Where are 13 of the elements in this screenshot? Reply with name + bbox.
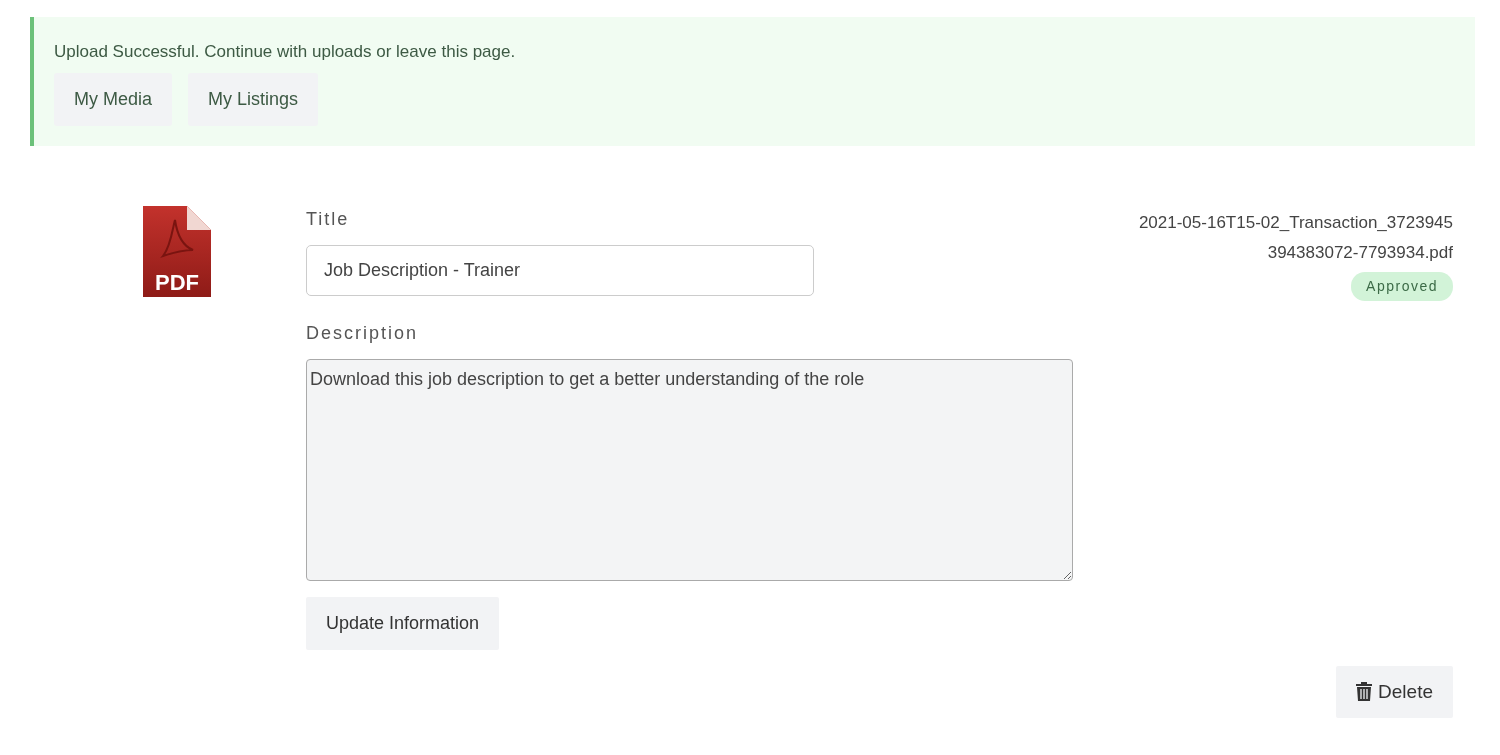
title-label: Title: [306, 207, 351, 231]
update-information-button[interactable]: Update Information: [306, 596, 500, 650]
file-name: 2021-05-16T15-02_Transaction_3723945394383072-7793934.pdf: [1137, 211, 1453, 264]
delete-button[interactable]: Delete: [1336, 665, 1453, 718]
pdf-file-icon: PDF: [143, 205, 211, 297]
trash-icon: [1356, 682, 1373, 702]
status-badge: Approved: [1351, 271, 1453, 301]
title-input[interactable]: Job Description - Trainer: [306, 244, 814, 296]
description-textarea[interactable]: Download this job description to get a better understanding of the role: [306, 358, 1073, 581]
alert-link-button[interactable]: My Media: [54, 72, 173, 126]
alert-message: Upload Successful. Continue with uploads or leave this page.: [54, 41, 517, 63]
alert-link-button[interactable]: My Listings: [188, 72, 319, 126]
description-label: Description: [306, 321, 420, 345]
